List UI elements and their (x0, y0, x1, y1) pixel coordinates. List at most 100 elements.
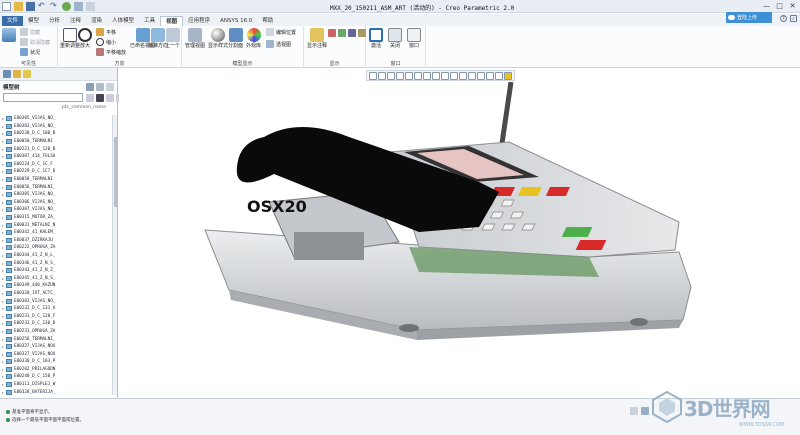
activate-button[interactable]: 激活 (369, 28, 383, 49)
undo-icon[interactable]: ↶ (38, 2, 47, 11)
tree-item[interactable]: ▸ E00230_D_C_100_B (0, 130, 112, 138)
pan-zoom-button[interactable]: 平移缩放 (96, 48, 126, 56)
tree-item[interactable]: ▸ E00050_TERMALNI (0, 138, 112, 146)
tab-help[interactable]: 帮助 (257, 16, 278, 26)
tree-item[interactable]: ▸ E00307_414_FOLSO (0, 153, 112, 161)
tree-item[interactable]: ▸ E00240_D_C_150_P (0, 373, 112, 381)
tree-item[interactable]: ▸ E00303_VIJAS_NO_ (0, 297, 112, 305)
tree-item[interactable]: ▸ E00305_VIJAS_NO_ (0, 115, 112, 123)
point-display-small-icon[interactable] (450, 72, 458, 80)
save-icon[interactable] (26, 2, 35, 11)
tab-tools[interactable]: 工具 (139, 16, 160, 26)
windows-button[interactable]: 窗口 (407, 28, 421, 49)
show-annotations-button[interactable]: 显示注释 (307, 28, 327, 49)
tree-item[interactable]: ▸ E00231_OPRUGA_ZA (0, 328, 112, 336)
favorites-tab-icon[interactable] (23, 70, 31, 78)
tree-item[interactable]: ▸ E00344_41_Z_N_L_ (0, 252, 112, 260)
layers-button[interactable] (2, 28, 16, 42)
display-style-button[interactable]: 显示样式 (208, 28, 228, 49)
tree-expand-icon[interactable] (106, 94, 114, 102)
tab-model[interactable]: 模型 (23, 16, 44, 26)
hide-button[interactable]: 隐藏 (20, 28, 40, 36)
axis-display-icon[interactable] (338, 29, 346, 37)
close-window-button[interactable]: 关闭 (388, 28, 402, 49)
repaint-icon[interactable] (396, 72, 404, 80)
minimize-button[interactable]: — (761, 1, 772, 11)
status-button[interactable]: 状况 (20, 48, 40, 56)
help-icon[interactable]: ? (780, 15, 787, 22)
refit-small-icon[interactable] (369, 72, 377, 80)
csys-display-icon[interactable] (358, 29, 366, 37)
tree-item[interactable]: ▸ E00229_D_C_1C7_D (0, 168, 112, 176)
tab-render[interactable]: 渲染 (86, 16, 107, 26)
tree-settings-icon[interactable] (86, 83, 94, 91)
spin-center-icon[interactable] (468, 72, 476, 80)
tree-item[interactable]: ▸ E00056_TERMALNI_ (0, 183, 112, 191)
tree-item[interactable]: ▸ E00221_D_C_120_B (0, 145, 112, 153)
tree-item[interactable]: ▸ E00222_OPRUGA_ZA (0, 244, 112, 252)
tree-scrollbar[interactable] (112, 115, 117, 395)
plane-display-small-icon[interactable] (432, 72, 440, 80)
tab-ansys[interactable]: ANSYS 16.0 (215, 16, 257, 26)
plane-display-icon[interactable] (328, 29, 336, 37)
tree-item[interactable]: ▸ E00232_D_C_130_D (0, 320, 112, 328)
tree-item[interactable]: ▸ E00342_41_KALEM_ (0, 229, 112, 237)
tab-file[interactable]: 文件 (2, 16, 24, 26)
pan-button[interactable]: 平移 (96, 28, 116, 36)
tree-columns-icon[interactable] (106, 83, 114, 91)
tree-item[interactable]: ▸ E00346_41_Z_N_S_ (0, 259, 112, 267)
tree-scroll-thumb[interactable] (114, 137, 117, 207)
view-manager-small-icon[interactable] (423, 72, 431, 80)
zoom-in-small-icon[interactable] (378, 72, 386, 80)
tree-item[interactable]: ▸ E00303_VIJAS_NO_ (0, 123, 112, 131)
tree-item[interactable]: ▸ E00328_BATERIJA_ (0, 388, 112, 395)
binoculars-icon[interactable] (96, 94, 104, 102)
new-file-icon[interactable] (2, 2, 11, 11)
edit-position-button[interactable]: 编辑位置 (266, 28, 296, 36)
saved-orientations-icon[interactable] (414, 72, 422, 80)
tree-item[interactable]: ▸ E00306_VIJAS_NO_ (0, 199, 112, 207)
maximize-button[interactable]: □ (774, 1, 785, 11)
view-manager-button[interactable]: 管理视图 (185, 28, 205, 49)
tree-item[interactable]: ▸ E00224_D_C_1C_F (0, 161, 112, 169)
tree-item[interactable]: ▸ E00343_41_Z_N_Z_ (0, 267, 112, 275)
windows-icon[interactable] (74, 2, 83, 11)
tree-item[interactable]: ▸ E00037_DZIRKAJU (0, 237, 112, 245)
zoom-out-small-icon[interactable] (387, 72, 395, 80)
search-help-icon[interactable]: ⌕ (790, 15, 797, 22)
tab-manikin[interactable]: 人体模型 (107, 16, 139, 26)
tree-item[interactable]: ▸ E00345_41_Z_N_S_ (0, 274, 112, 282)
tab-view[interactable]: 视图 (160, 16, 184, 26)
model-tree-tab-icon[interactable] (3, 70, 11, 78)
tree-item[interactable]: ▸ E00327_VIJAS_NOX (0, 343, 112, 351)
section-button[interactable]: 分割面 (228, 28, 243, 49)
tree-item[interactable]: ▸ E00349_440_KAZUN (0, 282, 112, 290)
tree-item[interactable]: ▸ E00232_D_C_131_A (0, 305, 112, 313)
regenerate-icon[interactable] (62, 2, 71, 11)
folder-browser-tab-icon[interactable] (13, 70, 21, 78)
appearance-gallery-button[interactable]: 外观库 (246, 28, 261, 49)
tree-item[interactable]: ▸ E00315_MOTOR_ZA_ (0, 214, 112, 222)
tree-item[interactable]: ▸ E00231_D_C_120_F (0, 312, 112, 320)
redo-icon[interactable]: ↷ (50, 2, 59, 11)
annotation-display-icon[interactable] (477, 72, 485, 80)
close-button[interactable]: ✕ (787, 1, 798, 11)
tab-applications[interactable]: 应用程序 (183, 16, 215, 26)
perspective-button[interactable]: 透视图 (266, 40, 291, 48)
tab-annotate[interactable]: 注释 (65, 16, 86, 26)
unhide-button[interactable]: 取消隐藏 (20, 38, 50, 46)
open-folder-icon[interactable] (14, 2, 23, 11)
tree-search-input[interactable] (3, 93, 83, 102)
appearance-small-icon[interactable] (504, 72, 512, 80)
tree-dropdown-icon[interactable] (86, 94, 94, 102)
tree-item[interactable]: ▸ E00307_VIJAS_NO_ (0, 206, 112, 214)
smart-filter-icon[interactable] (630, 407, 638, 415)
zoom-in-button[interactable]: 放大 (78, 28, 92, 49)
login-upload-button[interactable]: 登陆上传 (726, 12, 772, 23)
tree-item[interactable]: ▸ E00320_IVT_ACTC_ (0, 290, 112, 298)
pause-icon[interactable] (486, 72, 494, 80)
tab-analysis[interactable]: 分析 (44, 16, 65, 26)
tree-item[interactable]: ▸ E00202_PRILAGODN (0, 366, 112, 374)
tree-filter-icon[interactable] (96, 83, 104, 91)
tree-item[interactable]: ▸ E00256_TERMALNI_ (0, 335, 112, 343)
